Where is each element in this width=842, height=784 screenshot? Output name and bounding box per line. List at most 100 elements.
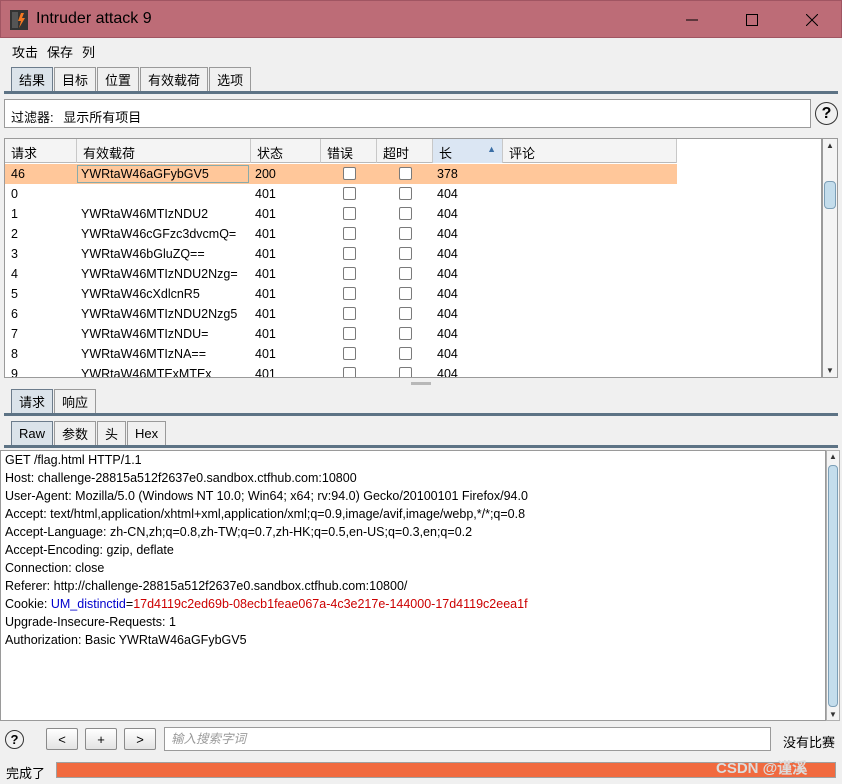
cell-payload: YWRtaW46MTIzNDU2Nzg5 [81, 307, 238, 321]
request-line: User-Agent: Mozilla/5.0 (Windows NT 10.0… [5, 489, 528, 503]
detail-tabs: 请求 响应 [11, 389, 97, 413]
cell-error-checkbox [343, 247, 356, 260]
view-tab-divider [4, 445, 838, 448]
tab-options[interactable]: 选项 [209, 67, 252, 91]
column-request[interactable]: 请求 [5, 139, 77, 163]
request-line: Cookie: UM_distinctid=17d4119c2ed69b-08e… [5, 597, 528, 611]
column-comment[interactable]: 评论 [503, 139, 677, 163]
cell-timeout-checkbox [399, 227, 412, 240]
cell-payload: YWRtaW46bGluZQ== [81, 247, 205, 261]
cell-status: 401 [255, 367, 276, 378]
cell-status: 200 [255, 167, 276, 181]
cell-length: 404 [437, 227, 458, 241]
title-bar[interactable]: Intruder attack 9 [0, 0, 842, 38]
column-length[interactable]: 长 ▲ [433, 139, 503, 163]
tab-hex[interactable]: Hex [127, 421, 167, 445]
scroll-down-icon[interactable]: ▼ [829, 710, 837, 719]
menu-columns[interactable]: 列 [82, 42, 95, 61]
cell-length: 404 [437, 347, 458, 361]
cell-status: 401 [255, 247, 276, 261]
next-match-button[interactable]: > [124, 728, 156, 750]
cell-payload: YWRtaW46cXdlcnR5 [81, 287, 200, 301]
main-tabs: 结果 目标 位置 有效载荷 选项 [11, 67, 252, 91]
help-icon[interactable]: ? [815, 102, 838, 125]
table-row[interactable]: 6 YWRtaW46MTIzNDU2Nzg5 401 404 [5, 304, 677, 324]
menu-attack[interactable]: 攻击 [12, 42, 38, 61]
request-line: Accept-Language: zh-CN,zh;q=0.8,zh-TW;q=… [5, 525, 473, 539]
cell-timeout-checkbox [399, 247, 412, 260]
table-row[interactable]: 46 YWRtaW46aGFybGV5 200 378 [5, 164, 677, 184]
table-row[interactable]: 1 YWRtaW46MTIzNDU2 401 404 [5, 204, 677, 224]
cell-status: 401 [255, 187, 276, 201]
menu-save[interactable]: 保存 [47, 42, 73, 61]
search-input[interactable] [164, 727, 771, 751]
burp-app-icon [10, 10, 28, 30]
table-row[interactable]: 4 YWRtaW46MTIzNDU2Nzg= 401 404 [5, 264, 677, 284]
tab-positions[interactable]: 位置 [97, 67, 140, 91]
tab-response[interactable]: 响应 [54, 389, 97, 413]
cell-request: 8 [11, 347, 18, 361]
request-scrollbar[interactable]: ▲ ▼ [826, 450, 840, 721]
cell-length: 404 [437, 247, 458, 261]
tab-results[interactable]: 结果 [11, 67, 54, 91]
pane-splitter[interactable] [0, 381, 842, 386]
request-line: Connection: close [5, 561, 105, 575]
request-scroll-thumb[interactable] [828, 465, 838, 707]
column-status[interactable]: 状态 [251, 139, 321, 163]
table-row[interactable]: 2 YWRtaW46cGFzc3dvcmQ= 401 404 [5, 224, 677, 244]
column-payload[interactable]: 有效载荷 [77, 139, 251, 163]
cell-error-checkbox [343, 347, 356, 360]
minimize-button[interactable] [661, 1, 723, 39]
cell-payload: YWRtaW46MTIzNA== [81, 347, 207, 361]
cell-status: 401 [255, 307, 276, 321]
cell-length: 404 [437, 287, 458, 301]
cell-payload: YWRtaW46MTIzNDU= [81, 327, 209, 341]
table-scrollbar[interactable]: ▲ ▼ [822, 138, 838, 378]
scroll-up-icon[interactable]: ▲ [826, 141, 834, 150]
tab-raw[interactable]: Raw [11, 421, 54, 445]
cell-timeout-checkbox [399, 167, 412, 180]
column-timeout[interactable]: 超时 [377, 139, 433, 163]
request-line: Referer: http://challenge-28815a512f2637… [5, 579, 408, 593]
column-error[interactable]: 错误 [321, 139, 377, 163]
table-row[interactable]: 3 YWRtaW46bGluZQ== 401 404 [5, 244, 677, 264]
cell-length: 404 [437, 327, 458, 341]
tab-params[interactable]: 参数 [54, 421, 97, 445]
tab-divider [4, 91, 838, 94]
raw-request-editor[interactable]: GET /flag.html HTTP/1.1 Host: challenge-2… [0, 450, 826, 721]
cell-payload: YWRtaW46MTExMTEx [81, 367, 212, 378]
cell-error-checkbox [343, 287, 356, 300]
close-button[interactable] [781, 1, 842, 39]
table-row[interactable]: 8 YWRtaW46MTIzNA== 401 404 [5, 344, 677, 364]
tab-request[interactable]: 请求 [11, 389, 54, 413]
table-scroll-thumb[interactable] [824, 181, 836, 209]
close-icon [806, 14, 818, 26]
table-row[interactable]: 9 YWRtaW46MTExMTEx 401 404 [5, 364, 677, 378]
add-match-button[interactable]: + [85, 728, 117, 750]
table-row[interactable]: 0 401 404 [5, 184, 677, 204]
cell-error-checkbox [343, 227, 356, 240]
search-help-icon[interactable]: ? [5, 730, 24, 749]
table-row[interactable]: 5 YWRtaW46cXdlcnR5 401 404 [5, 284, 677, 304]
cell-error-checkbox [343, 367, 356, 377]
maximize-button[interactable] [721, 1, 783, 39]
cell-error-checkbox [343, 207, 356, 220]
table-row[interactable]: 7 YWRtaW46MTIzNDU= 401 404 [5, 324, 677, 344]
cell-status: 401 [255, 227, 276, 241]
scroll-up-icon[interactable]: ▲ [829, 452, 837, 461]
cell-timeout-checkbox [399, 287, 412, 300]
cell-request: 0 [11, 187, 18, 201]
filter-bar[interactable]: 过滤器: 显示所有项目 [4, 99, 811, 128]
scroll-down-icon[interactable]: ▼ [826, 366, 834, 375]
cell-request: 9 [11, 367, 18, 378]
sort-ascending-icon: ▲ [487, 144, 496, 154]
tab-target[interactable]: 目标 [54, 67, 97, 91]
tab-payloads[interactable]: 有效载荷 [140, 67, 209, 91]
cell-payload: YWRtaW46MTIzNDU2Nzg= [81, 267, 238, 281]
tab-headers[interactable]: 头 [97, 421, 127, 445]
previous-match-button[interactable]: < [46, 728, 78, 750]
cell-request: 2 [11, 227, 18, 241]
match-count: 没有比赛 [783, 735, 836, 750]
cell-error-checkbox [343, 327, 356, 340]
cell-timeout-checkbox [399, 267, 412, 280]
